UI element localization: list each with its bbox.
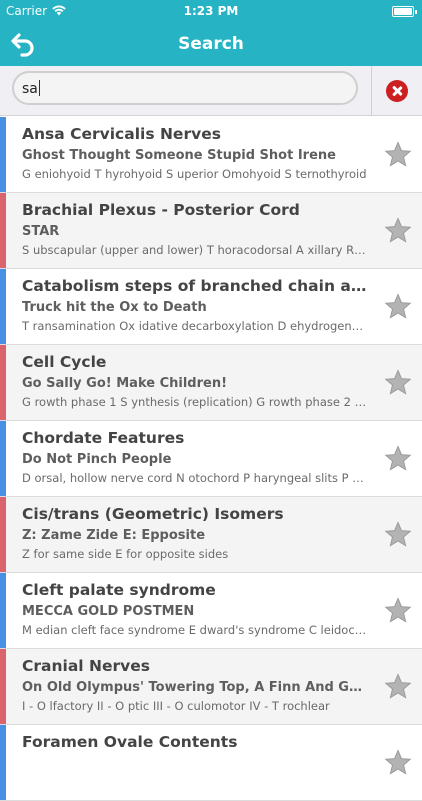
item-title: Foramen Ovale Contents — [22, 733, 238, 751]
list-item[interactable]: Catabolism steps of branched chain amino… — [0, 269, 422, 345]
battery-icon — [392, 6, 417, 17]
item-detail: Z for same side E for opposite sides — [22, 547, 229, 561]
star-icon[interactable] — [384, 749, 412, 776]
star-icon[interactable] — [384, 597, 412, 624]
item-mnemonic: Go Sally Go! Make Children! — [22, 376, 228, 391]
search-input[interactable]: sa — [12, 71, 358, 105]
item-title: Cleft palate syndrome — [22, 581, 216, 599]
divider — [371, 66, 372, 116]
item-title: Catabolism steps of branched chain amino… — [22, 277, 367, 295]
category-stripe — [0, 421, 6, 496]
item-title: Brachial Plexus - Posterior Cord — [22, 201, 300, 219]
item-title: Ansa Cervicalis Nerves — [22, 125, 221, 143]
item-title: Cell Cycle — [22, 353, 107, 371]
item-detail: S ubscapular (upper and lower) T horacod… — [22, 243, 367, 257]
item-detail: D orsal, hollow nerve cord N otochord P … — [22, 471, 367, 485]
item-detail: G eniohyoid T hyrohyoid S uperior Omohyo… — [22, 167, 367, 181]
search-input-value: sa — [22, 81, 38, 97]
page-title: Search — [178, 34, 244, 54]
item-detail: I - O lfactory II - O ptic III - O culom… — [22, 699, 330, 713]
list-item[interactable]: Cranial Nerves On Old Olympus' Towering T… — [0, 649, 422, 725]
item-detail: T ransamination Ox idative decarboxylati… — [22, 319, 367, 333]
item-mnemonic: Ghost Thought Someone Stupid Shot Irene — [22, 148, 336, 163]
list-item[interactable]: Chordate Features Do Not Pinch People D or… — [0, 421, 422, 497]
category-stripe — [0, 649, 6, 724]
item-mnemonic: Truck hit the Ox to Death — [22, 300, 207, 315]
text-caret — [38, 80, 40, 96]
item-mnemonic: STAR — [22, 224, 60, 239]
category-stripe — [0, 573, 6, 648]
search-bar: sa — [0, 66, 422, 116]
list-item[interactable]: Cell Cycle Go Sally Go! Make Children! G r… — [0, 345, 422, 421]
category-stripe — [0, 497, 6, 572]
category-stripe — [0, 725, 6, 800]
list-item[interactable]: Ansa Cervicalis Nerves Ghost Thought Some… — [0, 117, 422, 193]
clear-x-icon[interactable] — [386, 80, 408, 102]
list-item[interactable]: Brachial Plexus - Posterior Cord STAR S ub… — [0, 193, 422, 269]
item-title: Chordate Features — [22, 429, 185, 447]
item-title: Cranial Nerves — [22, 657, 150, 675]
item-mnemonic: Do Not Pinch People — [22, 452, 172, 467]
star-icon[interactable] — [384, 293, 412, 320]
item-mnemonic: MECCA GOLD POSTMEN — [22, 604, 195, 619]
star-icon[interactable] — [384, 217, 412, 244]
category-stripe — [0, 345, 6, 420]
item-detail: M edian cleft face syndrome E dward's sy… — [22, 623, 367, 637]
nav-bar: Search — [0, 22, 422, 66]
list-item[interactable]: Cis/trans (Geometric) Isomers Z: Zame Zid… — [0, 497, 422, 573]
star-icon[interactable] — [384, 141, 412, 168]
item-detail: G rowth phase 1 S ynthesis (replication)… — [22, 395, 367, 409]
star-icon[interactable] — [384, 445, 412, 472]
clock: 1:23 PM — [183, 4, 239, 18]
results-list: Ansa Cervicalis Nerves Ghost Thought Some… — [0, 117, 422, 801]
star-icon[interactable] — [384, 673, 412, 700]
item-title: Cis/trans (Geometric) Isomers — [22, 505, 284, 523]
category-stripe — [0, 269, 6, 344]
item-mnemonic: On Old Olympus' Towering Top, A Finn And… — [22, 680, 367, 695]
item-mnemonic: Z: Zame Zide E: Epposite — [22, 528, 206, 543]
list-item[interactable]: Cleft palate syndrome MECCA GOLD POSTMEN M… — [0, 573, 422, 649]
category-stripe — [0, 193, 6, 268]
star-icon[interactable] — [384, 521, 412, 548]
category-stripe — [0, 117, 6, 192]
star-icon[interactable] — [384, 369, 412, 396]
status-bar: Carrier 1:23 PM — [0, 0, 422, 22]
list-item[interactable]: Foramen Ovale Contents — [0, 725, 422, 801]
